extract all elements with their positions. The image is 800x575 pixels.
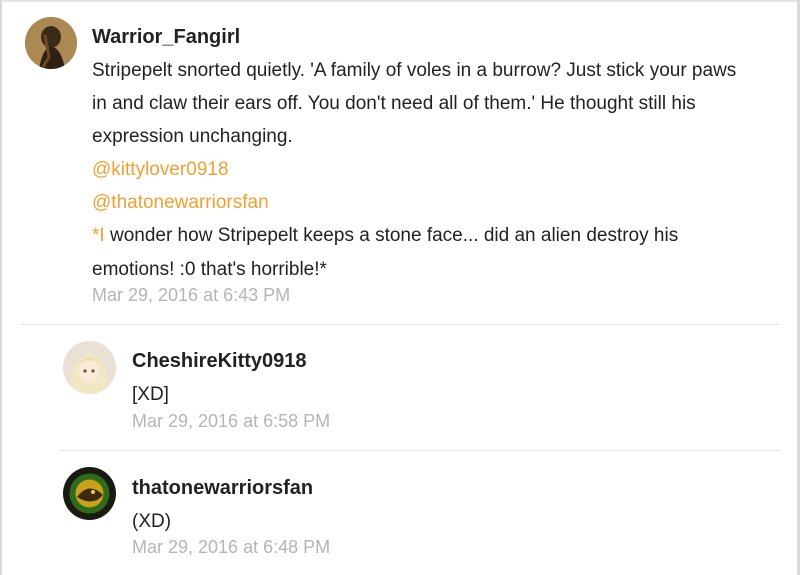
ooc-text: emotions! :0 that's horrible!: [92, 259, 320, 280]
timestamp: Mar 29, 2016 at 6:48 PM: [132, 537, 331, 557]
timestamp: Mar 29, 2016 at 6:58 PM: [132, 411, 331, 431]
ooc-text: wonder how Stripepelt keeps a stone face…: [104, 225, 679, 246]
username[interactable]: CheshireKitty0918: [132, 350, 307, 373]
user-avatar[interactable]: [63, 341, 116, 394]
user-avatar[interactable]: [25, 17, 77, 69]
ooc-prefix: *I: [92, 225, 105, 246]
mention-link[interactable]: @thatonewarriorsfan: [92, 192, 269, 214]
ooc-text-line: emotions! :0 that's horrible!*: [92, 259, 327, 281]
ooc-suffix: *: [319, 259, 327, 280]
timestamp: Mar 29, 2016 at 6:43 PM: [92, 285, 291, 305]
divider: [20, 324, 780, 325]
username[interactable]: thatonewarriorsfan: [132, 477, 313, 500]
username[interactable]: Warrior_Fangirl: [92, 26, 240, 49]
ooc-text-line: *I wonder how Stripepelt keeps a stone f…: [92, 225, 678, 247]
mention-link[interactable]: @kittylover0918: [92, 159, 229, 181]
comment-text: (XD): [132, 511, 172, 532]
divider: [60, 450, 780, 451]
comment-text: [XD]: [132, 384, 169, 405]
user-avatar[interactable]: [63, 467, 116, 520]
comment-text-line: expression unchanging.: [92, 126, 293, 147]
comment-text-line: Stripepelt snorted quietly. 'A family of…: [92, 60, 737, 81]
comment-text-line: in and claw their ears off. You don't ne…: [92, 93, 696, 114]
top-border: [0, 0, 800, 2]
left-border: [0, 0, 2, 575]
